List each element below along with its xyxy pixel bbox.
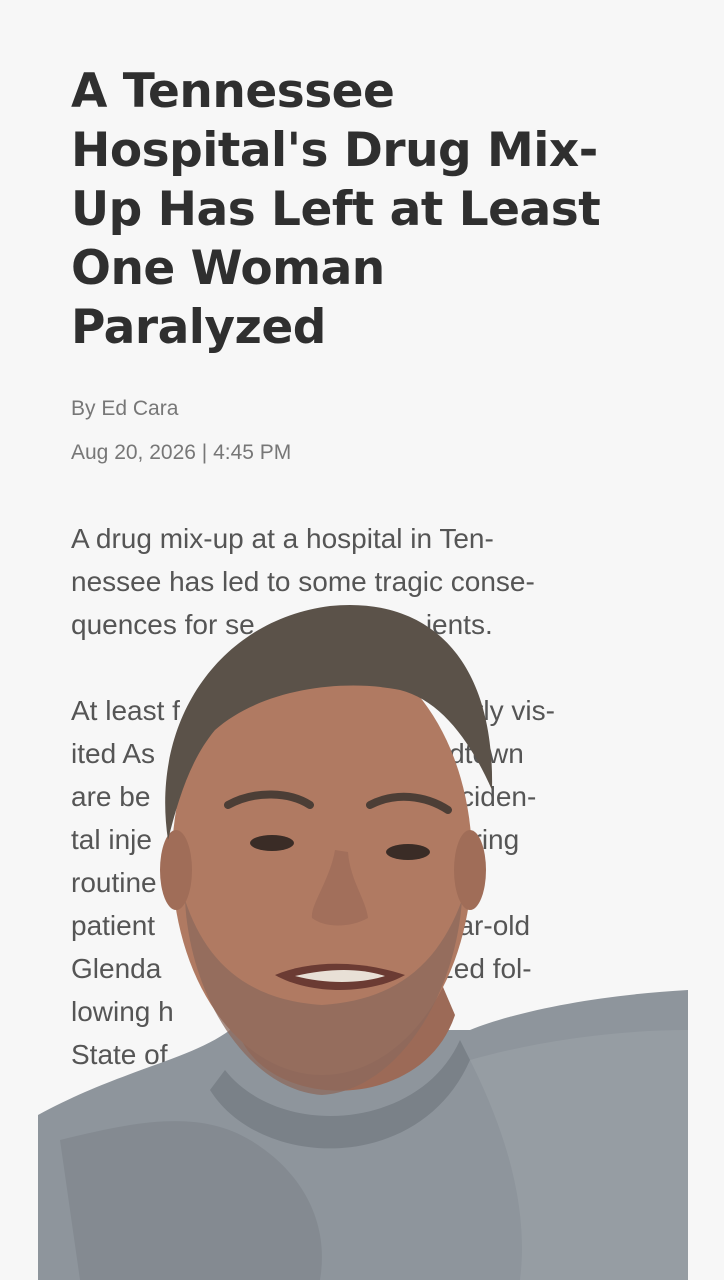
paragraph-line: ited As Midtown (71, 738, 524, 769)
article-byline[interactable]: By Ed Cara (71, 395, 661, 423)
paragraph-line: are be d acciden- (71, 781, 537, 812)
paragraph-line: lowing h (71, 996, 174, 1027)
paragraph-line: patient 72-year-old (71, 910, 531, 941)
paragraph-line: A drug mix-up at a hospital in Ten- (71, 523, 494, 554)
article-paragraph-2: At least f ently vis- ited As Midtown ar… (71, 689, 651, 1076)
paragraph-line: At least f ently vis- (71, 695, 555, 726)
paragraph-line: routine these (71, 867, 475, 898)
paragraph-line: nessee has led to some tragic conse- (71, 566, 535, 597)
article-body: A drug mix-up at a hospital in Ten- ness… (71, 517, 651, 1076)
paragraph-line: Glenda ralyzed fol- (71, 953, 532, 984)
article-paragraph-1: A drug mix-up at a hospital in Ten- ness… (71, 517, 651, 646)
paragraph-line: State of (71, 1039, 168, 1070)
article: A Tennessee Hospital's Drug Mix-Up Has L… (71, 62, 661, 1119)
article-headline: A Tennessee Hospital's Drug Mix-Up Has L… (71, 64, 601, 355)
shirt-shadow (60, 1121, 322, 1280)
article-dateline: Aug 20, 2026 | 4:45 PM (71, 441, 292, 464)
paragraph-line: quences for se ients. (71, 609, 493, 640)
screen: A Tennessee Hospital's Drug Mix-Up Has L… (0, 0, 724, 1280)
paragraph-line: tal inje rug during (71, 824, 520, 855)
